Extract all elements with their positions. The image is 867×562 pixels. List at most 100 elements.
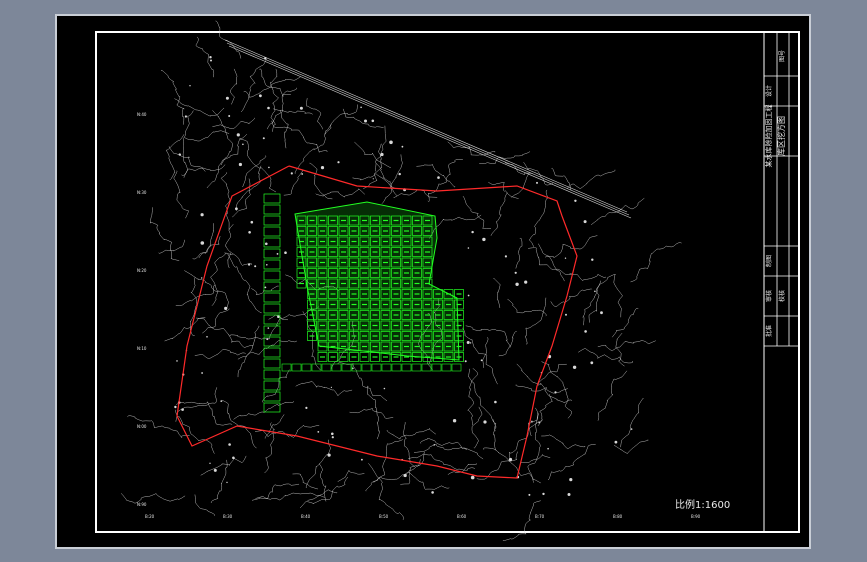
- terrain-mark: [317, 431, 320, 433]
- contour-line: [447, 141, 496, 156]
- excavation-strip-cell: [281, 363, 292, 372]
- contour-line: [307, 489, 338, 501]
- contour-line: [220, 172, 231, 230]
- terrain-mark: [262, 137, 265, 140]
- terrain-mark: [372, 178, 374, 180]
- contour-line: [309, 162, 333, 200]
- terrain-mark: [547, 447, 549, 450]
- contour-line: [251, 483, 300, 501]
- excavation-strip-cell: [331, 363, 342, 372]
- terrain-mark: [569, 478, 573, 482]
- left-axis-ticks: N:40 N:30 N:20 N:10 N:00 N:90: [137, 112, 147, 507]
- terrain-mark: [266, 338, 269, 341]
- contour-line: [366, 385, 380, 440]
- contour-line: [498, 331, 517, 357]
- terrain-mark: [236, 133, 240, 137]
- contour-line: [242, 155, 267, 188]
- excavation-strip-cell: [391, 363, 402, 372]
- contour-line: [262, 369, 290, 403]
- terrain-mark: [504, 255, 507, 258]
- terrain-mark: [584, 330, 587, 333]
- excavation-strip-cell: [371, 363, 382, 372]
- excavation-strip-cell: [381, 363, 392, 372]
- contour-line: [569, 274, 606, 281]
- contour-line: [365, 439, 403, 492]
- contour-line: [537, 243, 572, 275]
- terrain-mark: [264, 286, 267, 289]
- contour-line: [476, 451, 518, 480]
- terrain-mark: [574, 199, 577, 202]
- contour-line: [324, 104, 358, 135]
- cad-drawing-canvas[interactable]: 某水库除险加固工程 库区挖方图 设计 制图 审核 校核 批准 图号 N:40 N…: [57, 16, 809, 547]
- terrain-mark: [614, 440, 618, 444]
- excavation-strip-cell: [263, 303, 281, 314]
- terrain-mark: [259, 94, 262, 98]
- terrain-mark: [265, 242, 268, 246]
- contour-line: [578, 348, 634, 364]
- terrain-mark: [213, 468, 217, 472]
- contour-line: [184, 270, 229, 310]
- terrain-mark: [235, 207, 238, 211]
- contour-line: [279, 110, 289, 149]
- terrain-mark: [538, 421, 540, 424]
- terrain-mark: [238, 162, 242, 167]
- terrain-mark: [542, 492, 545, 496]
- contour-line: [462, 195, 492, 229]
- contour-line: [158, 239, 186, 254]
- excavation-strip-cell: [263, 292, 281, 303]
- terrain-mark: [277, 315, 280, 319]
- terrain-mark: [483, 420, 487, 424]
- terrain-mark: [174, 405, 177, 409]
- contour-line: [493, 277, 501, 308]
- terrain-mark: [591, 258, 594, 261]
- contour-line: [465, 325, 511, 348]
- excavation-strip-cell: [401, 363, 412, 372]
- contour-line: [270, 68, 279, 132]
- axis-tick-label: B:90: [691, 514, 701, 519]
- contour-line: [386, 428, 436, 440]
- terrain-mark: [331, 436, 334, 439]
- terrain-mark: [181, 408, 184, 411]
- excavation-strip-cell: [263, 215, 281, 226]
- contour-line: [567, 169, 616, 189]
- terrain-mark: [389, 140, 393, 145]
- contour-line: [271, 120, 328, 153]
- terrain-mark: [264, 57, 267, 60]
- contour-line: [294, 123, 332, 175]
- axis-tick-label: N:20: [137, 268, 147, 273]
- contour-line: [206, 133, 248, 188]
- contour-line: [349, 408, 394, 419]
- excavation-strip-cell: [311, 363, 322, 372]
- road-line: [226, 42, 630, 216]
- terrain-mark: [564, 257, 567, 259]
- contour-line: [509, 412, 539, 461]
- terrain-mark: [184, 115, 187, 118]
- contour-line: [488, 181, 519, 199]
- axis-tick-label: B:70: [535, 514, 545, 519]
- terrain-mark: [360, 106, 362, 109]
- title-row-label: 设计: [765, 85, 773, 97]
- terrain-mark: [371, 119, 375, 123]
- terrain-mark: [337, 161, 340, 164]
- terrain-mark: [301, 173, 304, 175]
- contour-line: [174, 98, 225, 117]
- terrain-mark: [209, 462, 211, 464]
- terrain-mark: [267, 327, 270, 329]
- terrain-mark: [467, 294, 470, 297]
- terrain-mark: [299, 106, 303, 110]
- terrain-mark: [554, 391, 557, 394]
- terrain-mark: [330, 386, 332, 388]
- terrain-mark: [266, 264, 268, 266]
- terrain-mark: [480, 359, 483, 362]
- terrain-mark: [226, 481, 228, 484]
- contour-line: [612, 307, 639, 338]
- contour-line: [229, 68, 238, 105]
- contour-line: [582, 274, 616, 326]
- contour-line: [194, 494, 216, 517]
- excavation-strip-cell: [431, 363, 442, 372]
- contour-line: [408, 453, 476, 471]
- drawing-title-text: 库区挖方图: [776, 116, 786, 156]
- project-name-text: 某水库除险加固工程: [764, 105, 773, 168]
- contour-line: [215, 20, 242, 59]
- terrain-mark: [508, 457, 513, 462]
